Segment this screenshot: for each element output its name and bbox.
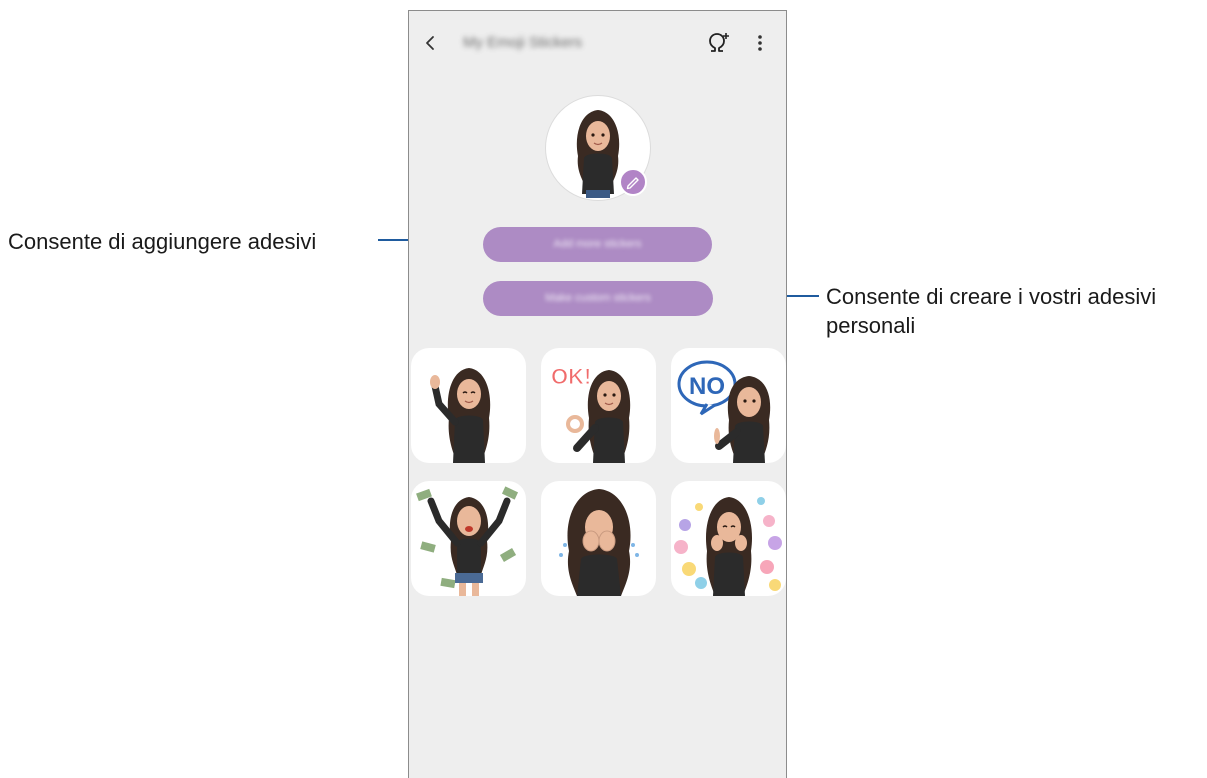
profile-avatar-area [545,95,651,201]
sticker-love-image [674,497,782,596]
sticker-cry-image [559,489,639,596]
sticker-no-badge: NO [689,373,725,400]
sticker-ok-image: OK! [551,364,631,463]
sticker-wave-image [430,368,491,463]
add-stickers-label: Add more stickers [553,238,642,250]
back-button[interactable] [419,31,443,55]
callout-add-stickers: Consente di aggiungere adesivi [8,229,317,254]
make-custom-label: Make custom stickers [545,292,651,304]
sticker-love[interactable] [671,481,786,596]
sticker-no[interactable]: NO [671,348,786,463]
sticker-ok-badge: OK! [551,364,591,389]
sticker-wave[interactable] [411,348,526,463]
app-bar: My Emoji Stickers [409,11,786,75]
sticker-money-image [416,486,519,596]
sticker-ok[interactable]: OK! [541,348,656,463]
more-vertical-icon [758,35,762,51]
sticker-money[interactable] [411,481,526,596]
edit-avatar-button[interactable] [619,168,647,196]
make-custom-stickers-button[interactable]: Make custom stickers [483,281,713,316]
add-stickers-button[interactable]: Add more stickers [483,227,712,262]
callout-custom-stickers: Consente di creare i vostri adesivi pers… [826,284,1157,338]
avatar-add-icon [709,33,729,52]
sticker-no-image: NO [677,360,771,463]
chevron-left-icon [426,36,434,50]
page-title: My Emoji Stickers [463,34,583,51]
add-avatar-button[interactable] [705,29,733,57]
phone-screen: My Emoji Stickers Add more stickers Make… [408,10,787,778]
more-options-button[interactable] [748,31,772,55]
sticker-cry[interactable] [541,481,656,596]
pencil-icon [626,177,639,190]
